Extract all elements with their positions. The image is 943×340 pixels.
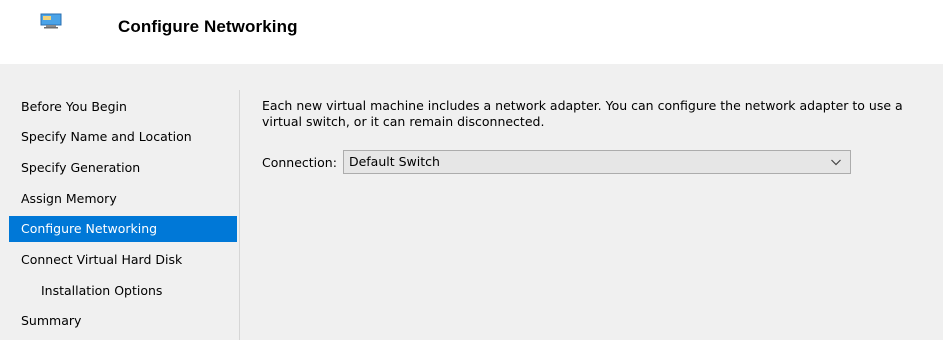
wizard-monitor-icon: [40, 13, 62, 29]
step-before-you-begin[interactable]: Before You Begin: [9, 94, 237, 120]
step-assign-memory[interactable]: Assign Memory: [9, 186, 237, 212]
step-configure-networking[interactable]: Configure Networking: [9, 216, 237, 242]
wizard-header: Configure Networking: [0, 0, 943, 64]
network-description: Each new virtual machine includes a netw…: [262, 98, 903, 129]
connection-row: Connection: Default Switch: [262, 150, 851, 174]
connection-dropdown[interactable]: Default Switch: [342, 150, 851, 174]
step-specify-generation[interactable]: Specify Generation: [9, 155, 237, 181]
connection-selected-value: Default Switch: [348, 154, 440, 169]
connection-label: Connection:: [262, 154, 337, 170]
main-content: Each new virtual machine includes a netw…: [262, 98, 932, 130]
step-specify-name-and-location[interactable]: Specify Name and Location: [9, 124, 237, 150]
wizard-steps-sidebar: Before You Begin Specify Name and Locati…: [0, 90, 240, 340]
page-title: Configure Networking: [118, 17, 298, 36]
sidebar-divider: [239, 90, 240, 340]
step-installation-options[interactable]: Installation Options: [9, 278, 237, 304]
step-summary[interactable]: Summary: [9, 308, 237, 334]
chevron-down-icon: [831, 159, 841, 166]
step-connect-virtual-hard-disk[interactable]: Connect Virtual Hard Disk: [9, 247, 237, 273]
